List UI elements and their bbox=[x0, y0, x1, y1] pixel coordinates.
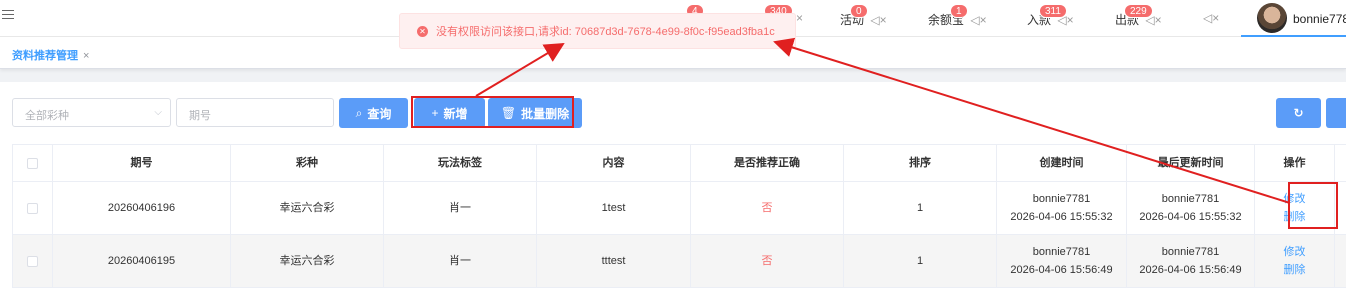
query-label: 查询 bbox=[367, 106, 392, 121]
edit-link[interactable]: 修改 bbox=[1284, 243, 1306, 261]
table-header: 期号 彩种 玩法标签 内容 是否推荐正确 排序 创建时间 最后更新时间 操作 bbox=[12, 145, 1346, 182]
tab-label: 资料推荐管理 bbox=[12, 50, 78, 62]
updater-text: bonnie7781 bbox=[1161, 246, 1220, 258]
main-content: 全部彩种 ⌵ 期号 ⌕ 查询 + 新增 🗑 批量删除 ↻ 期号 彩种 玩法标签 内容 … bbox=[0, 82, 1346, 290]
error-message: 没有权限访问该接口,请求id: 70687d3d-7678-4e99-8f0c-… bbox=[436, 26, 775, 38]
annotation-box-actions bbox=[1288, 182, 1338, 229]
nav-item-activity[interactable]: 活动 0 ◁× bbox=[840, 4, 887, 28]
row-checkbox[interactable] bbox=[27, 255, 38, 267]
nav-item-withdraw[interactable]: 出款 229 ◁× bbox=[1115, 4, 1162, 28]
issue-cell: 20260406195 bbox=[53, 235, 231, 287]
refresh-button[interactable]: ↻ bbox=[1276, 98, 1321, 128]
error-icon: ✕ bbox=[417, 25, 428, 37]
updated-cell: bonnie7781 2026-04-06 15:55:32 bbox=[1127, 182, 1255, 234]
username: bonnie778 bbox=[1293, 12, 1346, 26]
column-header: 是否推荐正确 bbox=[691, 145, 844, 181]
nav-item-deposit[interactable]: 入款 311 ◁× bbox=[1027, 4, 1074, 28]
delete-link[interactable]: 删除 bbox=[1284, 261, 1306, 279]
row-select-cell bbox=[12, 182, 53, 234]
updater-text: bonnie7781 bbox=[1161, 193, 1220, 205]
row-select-cell bbox=[12, 235, 53, 287]
menu-toggle-icon[interactable] bbox=[2, 10, 14, 22]
count-badge: 1 bbox=[950, 4, 968, 18]
table-row: 20260406196 幸运六合彩 肖一 1test 否 1 bonnie778… bbox=[12, 182, 1346, 235]
content-cell: tttest bbox=[537, 235, 691, 287]
created-time-text: 2026-04-06 15:56:49 bbox=[1010, 264, 1113, 276]
sound-mute-icon[interactable]: ◁× bbox=[970, 13, 986, 27]
annotation-box-buttons bbox=[411, 96, 574, 128]
sound-mute-icon[interactable]: × bbox=[796, 11, 803, 25]
lottery-select[interactable]: 全部彩种 ⌵ bbox=[12, 98, 171, 127]
select-all-checkbox[interactable] bbox=[27, 157, 38, 169]
table-row: 20260406195 幸运六合彩 肖一 tttest 否 1 bonnie77… bbox=[12, 235, 1346, 288]
input-placeholder: 期号 bbox=[189, 110, 211, 122]
select-all-cell bbox=[12, 145, 53, 181]
nav-item-yuebao[interactable]: 余额宝 1 ◁× bbox=[928, 4, 987, 28]
creator-text: bonnie7781 bbox=[1032, 193, 1091, 205]
column-header: 排序 bbox=[844, 145, 997, 181]
column-header: 操作 bbox=[1255, 145, 1335, 181]
content-cell: 1test bbox=[537, 182, 691, 234]
global-sound-toggle[interactable]: ◁× bbox=[1200, 11, 1219, 25]
created-time-text: 2026-04-06 15:55:32 bbox=[1010, 211, 1113, 223]
column-header: 内容 bbox=[537, 145, 691, 181]
sort-cell: 1 bbox=[844, 182, 997, 234]
data-table: 期号 彩种 玩法标签 内容 是否推荐正确 排序 创建时间 最后更新时间 操作 2… bbox=[12, 144, 1346, 288]
column-header: 彩种 bbox=[231, 145, 384, 181]
row-checkbox[interactable] bbox=[27, 202, 38, 214]
error-toast: ✕ 没有权限访问该接口,请求id: 70687d3d-7678-4e99-8f0… bbox=[399, 13, 796, 49]
column-header: 玩法标签 bbox=[384, 145, 537, 181]
count-badge: 229 bbox=[1124, 4, 1153, 18]
issue-input[interactable]: 期号 bbox=[176, 98, 334, 127]
select-placeholder: 全部彩种 bbox=[25, 110, 69, 122]
column-header: 期号 bbox=[53, 145, 231, 181]
chevron-down-icon: ⌵ bbox=[154, 107, 162, 118]
updated-time-text: 2026-04-06 15:55:32 bbox=[1139, 211, 1242, 223]
avatar bbox=[1257, 3, 1287, 33]
refresh-icon: ↻ bbox=[1293, 106, 1304, 120]
correct-cell: 否 bbox=[691, 235, 844, 287]
issue-cell: 20260406196 bbox=[53, 182, 231, 234]
tag-cell: 肖一 bbox=[384, 235, 537, 287]
sound-mute-icon: ◁× bbox=[1203, 11, 1220, 25]
updated-time-text: 2026-04-06 15:56:49 bbox=[1139, 264, 1242, 276]
lottery-cell: 幸运六合彩 bbox=[231, 235, 384, 287]
correct-cell: 否 bbox=[691, 182, 844, 234]
sound-mute-icon[interactable]: ◁× bbox=[870, 13, 886, 27]
count-badge: 0 bbox=[850, 4, 868, 18]
count-badge: 311 bbox=[1039, 4, 1067, 18]
updated-cell: bonnie7781 2026-04-06 15:56:49 bbox=[1127, 235, 1255, 287]
actions-cell: 修改 删除 bbox=[1255, 235, 1335, 287]
tag-cell: 肖一 bbox=[384, 182, 537, 234]
column-header: 创建时间 bbox=[997, 145, 1127, 181]
close-icon[interactable]: × bbox=[83, 50, 89, 62]
column-header: 最后更新时间 bbox=[1127, 145, 1255, 181]
created-cell: bonnie7781 2026-04-06 15:55:32 bbox=[997, 182, 1127, 234]
creator-text: bonnie7781 bbox=[1032, 246, 1091, 258]
created-cell: bonnie7781 2026-04-06 15:56:49 bbox=[997, 235, 1127, 287]
sort-cell: 1 bbox=[844, 235, 997, 287]
columns-button[interactable] bbox=[1326, 98, 1346, 128]
search-icon: ⌕ bbox=[355, 105, 363, 120]
user-menu[interactable]: bonnie778 bbox=[1241, 0, 1346, 37]
tab-recommend-manage[interactable]: 资料推荐管理 × bbox=[12, 47, 89, 63]
lottery-cell: 幸运六合彩 bbox=[231, 182, 384, 234]
query-button[interactable]: ⌕ 查询 bbox=[339, 98, 408, 128]
